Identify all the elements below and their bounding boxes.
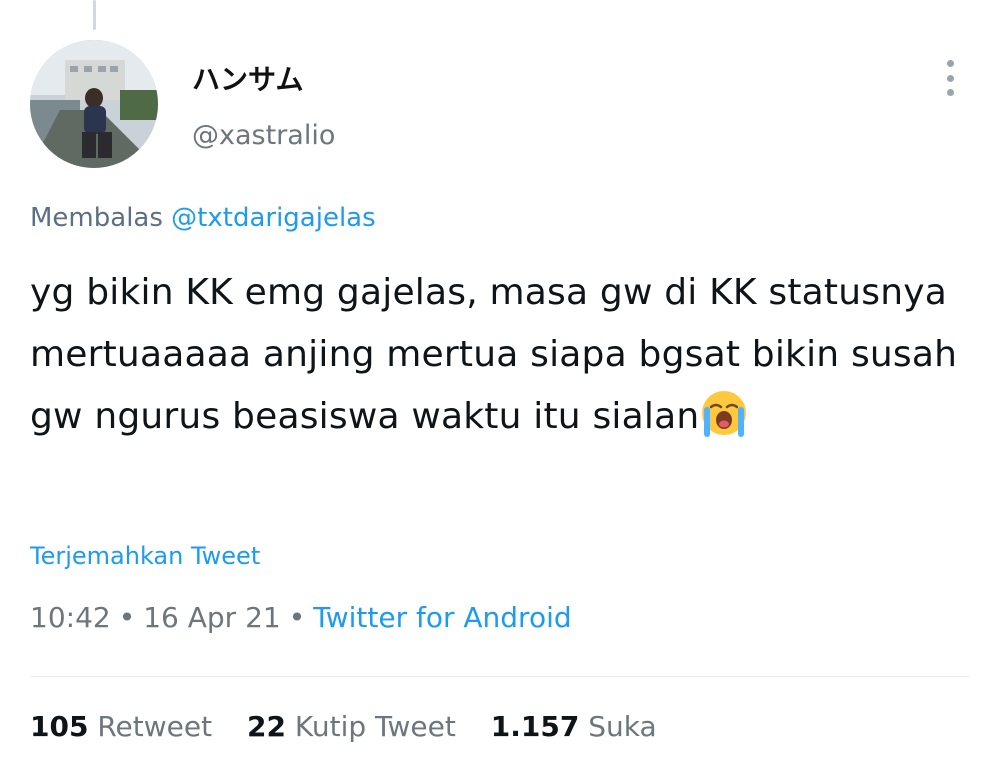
display-name[interactable]: ハンサム	[192, 58, 303, 98]
engagement-stats: 105 Retweet 22 Kutip Tweet 1.157 Suka	[30, 710, 683, 743]
tweet-metadata: 10:42 • 16 Apr 21 • Twitter for Android	[30, 601, 572, 634]
translate-tweet-link[interactable]: Terjemahkan Tweet	[30, 542, 260, 570]
more-options-icon[interactable]	[938, 60, 962, 96]
like-label: Suka	[588, 710, 657, 743]
reply-prefix: Membalas	[30, 203, 163, 233]
loudly-crying-face-icon	[702, 391, 747, 437]
retweet-count: 105	[30, 710, 89, 743]
reply-context: Membalas @txtdarigajelas	[30, 203, 376, 233]
avatar-photo	[30, 40, 158, 168]
tweet-text: yg bikin KK emg gajelas, masa gw di KK s…	[30, 272, 958, 437]
thread-connector-line	[93, 0, 96, 30]
separator-dot: •	[288, 601, 306, 634]
like-stat[interactable]: 1.157 Suka	[491, 710, 657, 743]
tweet-time: 10:42	[30, 601, 111, 634]
reply-mention-link[interactable]: @txtdarigajelas	[171, 203, 375, 233]
retweet-stat[interactable]: 105 Retweet	[30, 710, 212, 743]
quote-tweet-stat[interactable]: 22 Kutip Tweet	[247, 710, 456, 743]
quote-count: 22	[247, 710, 286, 743]
tweet-date: 16 Apr 21	[143, 601, 281, 634]
user-handle[interactable]: @xastralio	[192, 120, 335, 151]
avatar[interactable]	[30, 40, 158, 168]
quote-label: Kutip Tweet	[294, 710, 456, 743]
tweet-body: yg bikin KK emg gajelas, masa gw di KK s…	[30, 262, 970, 448]
tweet-source-link[interactable]: Twitter for Android	[313, 601, 571, 634]
separator-dot: •	[118, 601, 136, 634]
retweet-label: Retweet	[97, 710, 213, 743]
like-count: 1.157	[490, 710, 580, 743]
divider	[30, 676, 970, 677]
